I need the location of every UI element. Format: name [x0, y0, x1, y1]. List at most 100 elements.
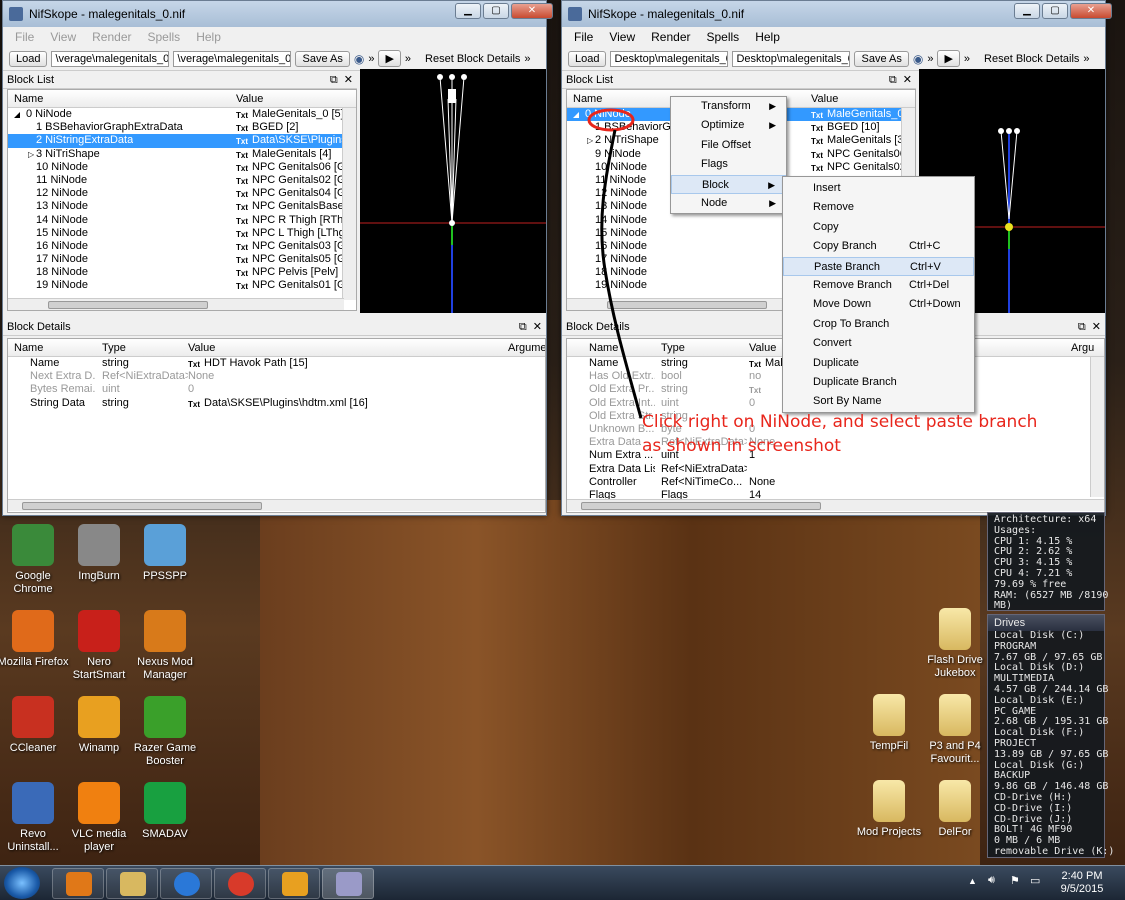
- volume-icon[interactable]: 🔊︎: [988, 874, 995, 887]
- block-item-duplicate-branch[interactable]: Duplicate Branch: [783, 373, 974, 392]
- folder-icon[interactable]: P3 and P4 Favourit...: [918, 694, 992, 766]
- ctx-item-optimize[interactable]: Optimize ▶: [671, 116, 786, 135]
- float-icon[interactable]: ⧉: [519, 321, 527, 333]
- horizontal-scrollbar[interactable]: [8, 499, 545, 511]
- close-icon[interactable]: ✕: [1092, 321, 1101, 333]
- load-button[interactable]: Load: [568, 50, 607, 67]
- folder-icon[interactable]: Flash Drive Jukebox: [918, 608, 992, 680]
- desktop-icon[interactable]: Mozilla Firefox: [0, 610, 70, 669]
- close-button[interactable]: ✕: [1070, 3, 1112, 19]
- network-icon[interactable]: ⚑: [1010, 874, 1020, 887]
- menu-item-render[interactable]: Render: [643, 30, 698, 44]
- tree-row[interactable]: 17 NiNode Txt NPC Genitals05 [Ge: [8, 253, 356, 266]
- block-item-move-down[interactable]: Move Down Ctrl+Down: [783, 295, 974, 314]
- taskbar-winamp[interactable]: [268, 868, 320, 899]
- block-item-duplicate[interactable]: Duplicate: [783, 354, 974, 373]
- block-item-insert[interactable]: Insert: [783, 179, 974, 198]
- desktop-icon[interactable]: Winamp: [62, 696, 136, 755]
- detail-row[interactable]: Controller Ref<NiTimeCo... None: [567, 476, 1104, 489]
- col-value[interactable]: Value: [188, 342, 215, 354]
- detail-row[interactable]: Name string Txt HDT Havok Path [15]: [8, 357, 545, 370]
- taskbar-chrome[interactable]: [214, 868, 266, 899]
- ctx-item-file-offset[interactable]: File Offset: [671, 136, 786, 155]
- desktop-icon[interactable]: Google Chrome: [0, 524, 70, 596]
- minimize-button[interactable]: ▁: [1014, 3, 1040, 19]
- tree-row[interactable]: 15 NiNode Txt NPC L Thigh [LThg]: [8, 227, 356, 240]
- desktop-icon[interactable]: Nexus Mod Manager: [128, 610, 202, 682]
- block-item-sort-by-name[interactable]: Sort By Name: [783, 392, 974, 411]
- play-button[interactable]: ▶: [937, 50, 960, 67]
- menu-item-help[interactable]: Help: [188, 30, 229, 44]
- ctx-item-transform[interactable]: Transform ▶: [671, 97, 786, 116]
- expand-icon[interactable]: ▷: [28, 148, 34, 161]
- detail-row[interactable]: Next Extra D... Ref<NiExtraData> None: [8, 370, 545, 383]
- overflow-icon-2[interactable]: »: [964, 53, 970, 65]
- desktop-icon[interactable]: VLC media player: [62, 782, 136, 854]
- menu-item-spells[interactable]: Spells: [140, 30, 189, 44]
- tree-row[interactable]: ▷ 3 NiTriShape Txt MaleGenitals [4]: [8, 148, 356, 161]
- reset-block-details-button[interactable]: Reset Block Details: [425, 53, 520, 65]
- float-icon[interactable]: ⧉: [330, 74, 338, 86]
- expand-icon[interactable]: ◢: [14, 108, 20, 121]
- clock[interactable]: 2:40 PM 9/5/2015: [1052, 870, 1112, 896]
- folder-icon[interactable]: DelFor: [918, 780, 992, 839]
- tree-row[interactable]: 11 NiNode Txt NPC Genitals02 [Ge: [8, 174, 356, 187]
- col-value[interactable]: Value: [749, 342, 776, 354]
- menu-item-file[interactable]: File: [7, 30, 42, 44]
- menu-item-file[interactable]: File: [566, 30, 601, 44]
- tree-row[interactable]: 10 NiNode Txt NPC Genitals06 [Ge: [8, 161, 356, 174]
- taskbar-nifskope[interactable]: [322, 868, 374, 899]
- tree-row[interactable]: 18 NiNode Txt NPC Pelvis [Pelv] [1: [8, 266, 356, 279]
- close-icon[interactable]: ✕: [903, 74, 912, 86]
- vertical-scrollbar[interactable]: [1090, 357, 1104, 497]
- save-path-field[interactable]: \verage\malegenitals_0.nif: [173, 50, 292, 67]
- reset-block-details-button[interactable]: Reset Block Details: [984, 53, 1079, 65]
- block-item-convert[interactable]: Convert: [783, 334, 974, 353]
- maximize-button[interactable]: ▢: [1042, 3, 1068, 19]
- menu-item-render[interactable]: Render: [84, 30, 139, 44]
- horizontal-scrollbar[interactable]: [8, 298, 344, 310]
- load-path-field[interactable]: Desktop\malegenitals_0.nif: [610, 50, 729, 67]
- tree-row[interactable]: 13 NiNode Txt NPC GenitalsBase [: [8, 200, 356, 213]
- col-args[interactable]: Argume: [508, 342, 545, 354]
- col-name[interactable]: Name: [14, 342, 43, 354]
- load-path-field[interactable]: \verage\malegenitals_0.nif: [51, 50, 170, 67]
- desktop-icon[interactable]: SMADAV: [128, 782, 202, 841]
- eye-icon[interactable]: ◉: [354, 52, 364, 66]
- overflow-icon-2[interactable]: »: [405, 53, 411, 65]
- col-value[interactable]: Value: [811, 93, 838, 105]
- minimize-button[interactable]: ▁: [455, 3, 481, 19]
- col-type[interactable]: Type: [102, 342, 126, 354]
- menu-item-spells[interactable]: Spells: [699, 30, 748, 44]
- save-path-field[interactable]: Desktop\malegenitals_0.nif: [732, 50, 851, 67]
- desktop-icon[interactable]: ImgBurn: [62, 524, 136, 583]
- overflow-icon-3[interactable]: »: [524, 53, 530, 65]
- tray-up-icon[interactable]: ▲: [968, 876, 977, 886]
- desktop-icon[interactable]: Revo Uninstall...: [0, 782, 70, 854]
- block-item-remove-branch[interactable]: Remove Branch Ctrl+Del: [783, 276, 974, 295]
- ctx-item-node[interactable]: Node ▶: [671, 194, 786, 213]
- tree-row[interactable]: 16 NiNode Txt NPC Genitals03 [Ge: [8, 240, 356, 253]
- ctx-item-flags[interactable]: Flags: [671, 155, 786, 174]
- battery-icon[interactable]: ▭: [1030, 874, 1040, 887]
- block-item-copy[interactable]: Copy: [783, 218, 974, 237]
- tree-row[interactable]: 14 NiNode Txt NPC R Thigh [RThg: [8, 214, 356, 227]
- detail-row[interactable]: String Data string Txt Data\SKSE\Plugins\hd…: [8, 397, 545, 410]
- tree-row[interactable]: 2 NiStringExtraData Txt Data\SKSE\Plugins\: [8, 134, 356, 148]
- tree-row[interactable]: ◢ 0 NiNode Txt MaleGenitals_0 [5]: [8, 108, 356, 121]
- taskbar-media-player[interactable]: [52, 868, 104, 899]
- save-as-button[interactable]: Save As: [854, 50, 909, 67]
- tree-row[interactable]: 12 NiNode Txt NPC Genitals04 [Ge: [8, 187, 356, 200]
- close-icon[interactable]: ✕: [533, 321, 542, 333]
- maximize-button[interactable]: ▢: [483, 3, 509, 19]
- overflow-icon[interactable]: »: [368, 53, 374, 65]
- block-item-copy-branch[interactable]: Copy Branch Ctrl+C: [783, 237, 974, 256]
- tree-row[interactable]: 19 NiNode Txt NPC Genitals01 [Ge: [8, 279, 356, 292]
- start-button[interactable]: [4, 867, 40, 899]
- horizontal-scrollbar[interactable]: [567, 499, 1104, 511]
- save-as-button[interactable]: Save As: [295, 50, 350, 67]
- vertical-scrollbar[interactable]: [342, 108, 356, 300]
- close-button[interactable]: ✕: [511, 3, 553, 19]
- menu-item-help[interactable]: Help: [747, 30, 788, 44]
- overflow-icon-3[interactable]: »: [1083, 53, 1089, 65]
